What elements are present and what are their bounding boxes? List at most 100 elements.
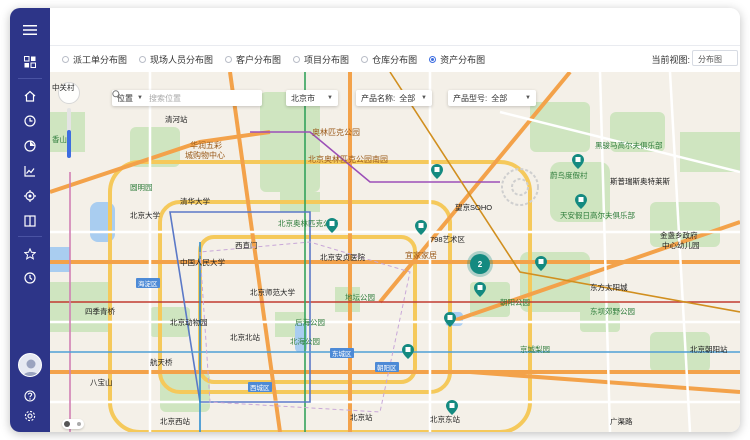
- map-label: 京城梨园: [520, 345, 550, 354]
- map-label: 中心幼儿园: [662, 241, 700, 250]
- map-label: 宜家家居: [405, 251, 437, 260]
- map-label: 望京SOHO: [455, 203, 493, 212]
- radio[interactable]: [293, 55, 301, 63]
- asset-pin[interactable]: [446, 400, 458, 415]
- radio[interactable]: [225, 55, 233, 63]
- district-label: 朝阳区: [375, 362, 399, 372]
- dashboard-icon[interactable]: [22, 54, 38, 70]
- map-label: 中关村: [52, 83, 75, 92]
- product-name-value: 全部: [399, 93, 416, 103]
- map-label: 798艺术区: [430, 235, 466, 244]
- location-icon[interactable]: [22, 188, 38, 204]
- view-tabs: 派工单分布图 现场人员分布图 客户分布图 项目分布图 仓库分布图 资产分布图: [50, 46, 740, 72]
- home-icon[interactable]: [22, 88, 38, 104]
- map-label: 黑骏马高尔夫俱乐部: [595, 141, 663, 150]
- map-label: 北京奥林匹克公园南园: [308, 155, 388, 164]
- tab-asset-map[interactable]: 资产分布图: [429, 46, 485, 72]
- zoom-slider[interactable]: [67, 108, 71, 158]
- chevron-down-icon: ▼: [137, 95, 143, 101]
- district-label: 东城区: [330, 348, 354, 358]
- asset-cluster[interactable]: 2: [470, 254, 490, 274]
- map-label: 东方太阳城: [590, 283, 628, 292]
- avatar[interactable]: [18, 353, 42, 377]
- current-view-label: 当前视图:: [651, 55, 690, 65]
- map-label: 蔚鸟度假村: [550, 171, 588, 180]
- map-label: 清河站: [165, 115, 188, 124]
- map-canvas[interactable]: 位置 ▼ 搜索位置 北京市 ▼ 产品名称: 全部 ▼ 产品型号: 全部 ▼ 清河…: [50, 72, 740, 432]
- asset-pin[interactable]: [575, 194, 587, 209]
- asset-pin[interactable]: [402, 344, 414, 359]
- book-icon[interactable]: [22, 213, 38, 229]
- map-label: 航天桥: [150, 358, 173, 367]
- map-label: 清华大学: [180, 197, 210, 206]
- map-label: 北京安贞医院: [320, 253, 365, 262]
- map-label: 西直门: [235, 241, 258, 250]
- tab-label: 资产分布图: [440, 54, 486, 65]
- line-chart-icon[interactable]: [22, 163, 38, 179]
- map-label: 斯普瑞斯奥特莱斯: [610, 177, 670, 186]
- map-label: 北京动物园: [170, 318, 208, 327]
- pie-chart-icon[interactable]: [22, 138, 38, 154]
- map-label: 城购物中心: [185, 151, 225, 160]
- asset-pin[interactable]: [444, 312, 456, 327]
- app-window: 派工单分布图 现场人员分布图 客户分布图 项目分布图 仓库分布图 资产分布图 当…: [10, 8, 740, 432]
- map-label: 北海公园: [290, 337, 320, 346]
- sidebar-divider: [18, 78, 42, 79]
- sidebar-divider: [18, 236, 42, 237]
- map-label: 中国人民大学: [180, 258, 225, 267]
- radio[interactable]: [361, 55, 369, 63]
- product-name-select[interactable]: 产品名称: 全部 ▼: [356, 90, 432, 106]
- asset-pin[interactable]: [326, 218, 338, 233]
- asset-pin[interactable]: [431, 164, 443, 179]
- map-label: 奥林匹克公园: [312, 128, 360, 137]
- map-label: 北京站: [350, 413, 373, 422]
- menu-icon[interactable]: [22, 22, 38, 38]
- tab-label: 派工单分布图: [73, 54, 128, 65]
- top-bar: [50, 8, 740, 46]
- asset-pin[interactable]: [572, 154, 584, 169]
- district-label: 西城区: [248, 382, 272, 392]
- city-select[interactable]: 北京市 ▼: [286, 90, 338, 106]
- map-label: 北京西站: [160, 417, 190, 426]
- view-select[interactable]: 分布图: [692, 50, 738, 66]
- map-layer-toggle[interactable]: [62, 419, 84, 429]
- map-label: 天安假日高尔夫俱乐部: [560, 211, 635, 220]
- product-name-label: 产品名称:: [361, 93, 396, 103]
- map-label: 八宝山: [90, 378, 113, 387]
- map-label: 后海公园: [295, 318, 325, 327]
- map-label: 四季青桥: [85, 307, 115, 316]
- map-label: 东坝郊野公园: [590, 307, 635, 316]
- tab-field-staff-map[interactable]: 现场人员分布图: [139, 46, 213, 72]
- tab-customer-map[interactable]: 客户分布图: [225, 46, 281, 72]
- tab-dispatch-map[interactable]: 派工单分布图: [62, 46, 127, 72]
- map-label: 朝阳公园: [500, 298, 530, 307]
- tab-warehouse-map[interactable]: 仓库分布图: [361, 46, 417, 72]
- tab-project-map[interactable]: 项目分布图: [293, 46, 349, 72]
- product-model-select[interactable]: 产品型号: 全部 ▼: [448, 90, 536, 106]
- tab-label: 仓库分布图: [372, 54, 418, 65]
- asset-pin[interactable]: [535, 256, 547, 271]
- map-label: 北京东站: [430, 415, 460, 424]
- location-search[interactable]: 位置 ▼ 搜索位置: [112, 90, 262, 106]
- help-icon[interactable]: [22, 388, 38, 404]
- map-label: 北京北站: [230, 333, 260, 342]
- sidebar: [10, 8, 50, 432]
- history-icon[interactable]: [22, 270, 38, 286]
- map-label: 广渠路: [610, 417, 633, 426]
- tab-label: 现场人员分布图: [150, 54, 214, 65]
- chevron-down-icon: ▼: [327, 95, 333, 101]
- search-input[interactable]: 搜索位置: [149, 93, 181, 104]
- radio[interactable]: [139, 55, 147, 63]
- asset-pin[interactable]: [474, 282, 486, 297]
- map-label: 香山: [52, 135, 67, 144]
- clock-icon[interactable]: [22, 113, 38, 129]
- chevron-down-icon: ▼: [525, 95, 531, 101]
- asset-pin[interactable]: [415, 220, 427, 235]
- tab-label: 客户分布图: [236, 54, 282, 65]
- map-label: 北京师范大学: [250, 288, 295, 297]
- radio[interactable]: [62, 55, 69, 63]
- settings-icon[interactable]: [22, 408, 38, 424]
- radio-selected[interactable]: [429, 55, 437, 63]
- product-model-label: 产品型号:: [453, 93, 488, 103]
- star-icon[interactable]: [22, 246, 38, 262]
